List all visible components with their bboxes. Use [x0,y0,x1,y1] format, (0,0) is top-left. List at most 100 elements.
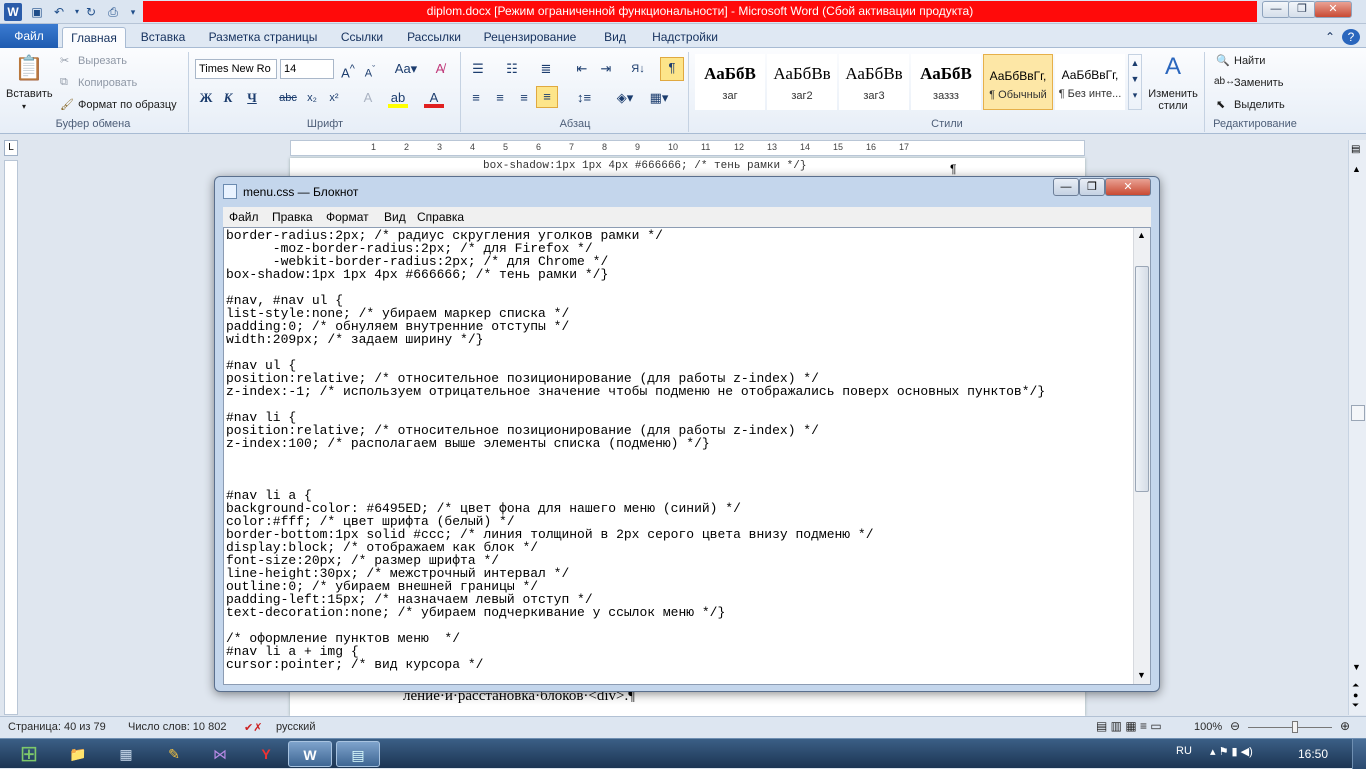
notepad-window[interactable]: menu.css — Блокнот — ❐ ✕ Файл Правка Фор… [214,176,1160,692]
shrink-font-icon[interactable]: Aˇ [360,59,380,80]
paste-icon[interactable]: 📋 [12,52,46,86]
paste-dropdown-icon[interactable]: ▾ [22,102,26,111]
cut-button[interactable]: Вырезать [78,55,127,67]
word-count[interactable]: Число слов: 10 802 [128,721,226,733]
zoom-slider[interactable] [1248,727,1332,728]
highlight-icon[interactable]: ab [388,88,408,108]
align-left-icon[interactable]: ≡ [466,88,486,108]
underline-icon[interactable]: Ч [242,88,262,108]
increase-indent-icon[interactable]: ⇥ [596,59,616,79]
notepad-text-area[interactable]: border-radius:2px; /* радиус скругления … [223,227,1151,685]
style-zag[interactable]: АаБбВ заг [695,54,765,110]
notepad-scrollbar[interactable]: ▲ ▼ [1133,228,1150,684]
bullets-icon[interactable]: ☰ [468,59,488,79]
copy-icon[interactable]: ⧉ [60,76,68,89]
subscript-icon[interactable]: x₂ [302,88,322,108]
start-button[interactable]: ⊞ [4,739,54,769]
tab-file[interactable]: Файл [0,24,58,48]
style-zazzz[interactable]: АаБбВ заззз [911,54,981,110]
line-spacing-icon[interactable]: ↕≡ [570,88,598,108]
shading-icon[interactable]: ◈▾ [612,88,638,108]
tab-selector-icon[interactable]: L [4,140,18,156]
find-icon[interactable]: 🔍 [1216,54,1230,67]
decrease-indent-icon[interactable]: ⇤ [572,59,592,79]
scroll-up-icon[interactable]: ▲ [1352,164,1361,174]
page-count[interactable]: Страница: 40 из 79 [8,721,106,733]
change-styles-button[interactable]: Изменить стили [1146,88,1200,112]
close-button[interactable]: ✕ [1314,1,1352,18]
copy-button[interactable]: Копировать [78,77,137,89]
paste-button[interactable]: Вставить [6,88,53,100]
style-zag3[interactable]: АаБбВв заг3 [839,54,909,110]
proofing-icon[interactable]: ✔✗ [244,721,262,734]
view-buttons[interactable]: ▤ ▥ ▦ ≡ ▭ [1096,719,1162,733]
input-language[interactable]: RU [1176,745,1192,757]
sort-icon[interactable]: Я↓ [628,59,648,79]
text-effects-icon[interactable]: A [358,88,378,108]
notepad-minimize-button[interactable]: — [1053,178,1079,196]
menu-file[interactable]: Файл [229,210,259,224]
bold-icon[interactable]: Ж [196,88,216,108]
font-size-box[interactable]: 14 [280,59,334,79]
np-scroll-thumb[interactable] [1135,266,1149,492]
ribbon-collapse-icon[interactable]: ⌃ [1322,27,1338,48]
browse-object-icon[interactable]: ● [1353,690,1358,700]
cut-icon[interactable]: ✂ [60,54,69,67]
app-taskbar-icon[interactable]: ✎ [152,741,196,767]
format-painter-icon[interactable]: 🖌 [60,98,74,111]
select-button[interactable]: Выделить [1234,99,1285,111]
visual-studio-taskbar-icon[interactable]: ⋈ [198,741,242,767]
menu-edit[interactable]: Правка [272,210,313,224]
scroll-thumb[interactable] [1351,405,1365,421]
style-normal[interactable]: АаБбВвГг, ¶ Обычный [983,54,1053,110]
borders-icon[interactable]: ▦▾ [646,88,672,108]
style-no-spacing[interactable]: АаБбВвГг, ¶ Без инте... [1055,54,1125,110]
show-marks-icon[interactable]: ¶ [660,57,684,81]
menu-format[interactable]: Формат [326,210,369,224]
tab-review[interactable]: Рецензирование [478,27,582,48]
yandex-taskbar-icon[interactable]: Y [244,741,288,767]
menu-help[interactable]: Справка [417,210,464,224]
justify-icon[interactable]: ≡ [536,86,558,108]
tab-mailings[interactable]: Рассылки [398,27,470,48]
change-case-icon[interactable]: Aa▾ [392,59,420,79]
np-scroll-up-icon[interactable]: ▲ [1137,230,1146,240]
customize-qat-icon[interactable]: ▾ [124,3,142,21]
redo-icon[interactable]: ↻ [82,3,100,21]
undo-icon[interactable]: ↶ [50,3,68,21]
tab-page-layout[interactable]: Разметка страницы [202,27,324,48]
print-preview-icon[interactable]: ⎙ [104,3,122,21]
save-icon[interactable]: ▣ [28,3,46,21]
help-icon[interactable]: ? [1342,29,1360,45]
word-app-icon[interactable]: W [4,3,22,21]
clock[interactable]: 16:50 [1298,747,1328,761]
notepad-close-button[interactable]: ✕ [1105,178,1151,196]
multilevel-list-icon[interactable]: ≣ [536,59,556,79]
minimize-button[interactable]: — [1262,1,1290,18]
language[interactable]: русский [276,721,315,733]
notepad-maximize-button[interactable]: ❐ [1079,178,1105,196]
notepad-taskbar-icon[interactable]: ▤ [336,741,380,767]
tab-addins[interactable]: Надстройки [644,27,726,48]
maximize-button[interactable]: ❐ [1288,1,1316,18]
explorer-taskbar-icon[interactable]: 📁 [56,741,100,767]
zoom-thumb[interactable] [1292,721,1298,733]
replace-button[interactable]: Заменить [1234,77,1283,89]
menu-view[interactable]: Вид [384,210,406,224]
change-styles-icon[interactable]: A [1156,52,1190,82]
np-scroll-down-icon[interactable]: ▼ [1137,670,1146,680]
tray-icons[interactable]: ▴ ⚑ ▮ ◀) [1210,745,1253,758]
zoom-out-icon[interactable]: ⊖ [1230,719,1240,733]
format-painter-button[interactable]: Формат по образцу [78,99,177,111]
document-scrollbar[interactable]: ▤ ▲ ▼ ⏶ ● ⏷ [1348,140,1366,715]
select-icon[interactable]: ⬉ [1216,98,1225,111]
tab-home[interactable]: Главная [62,27,126,49]
numbering-icon[interactable]: ☷ [502,59,522,79]
italic-icon[interactable]: К [218,88,238,108]
find-button[interactable]: Найти [1234,55,1265,67]
zoom-level[interactable]: 100% [1194,721,1222,733]
style-zag2[interactable]: АаБбВв заг2 [767,54,837,110]
strikethrough-icon[interactable]: abc [278,88,298,108]
calculator-taskbar-icon[interactable]: ▦ [104,741,148,767]
show-desktop-button[interactable] [1352,739,1366,769]
